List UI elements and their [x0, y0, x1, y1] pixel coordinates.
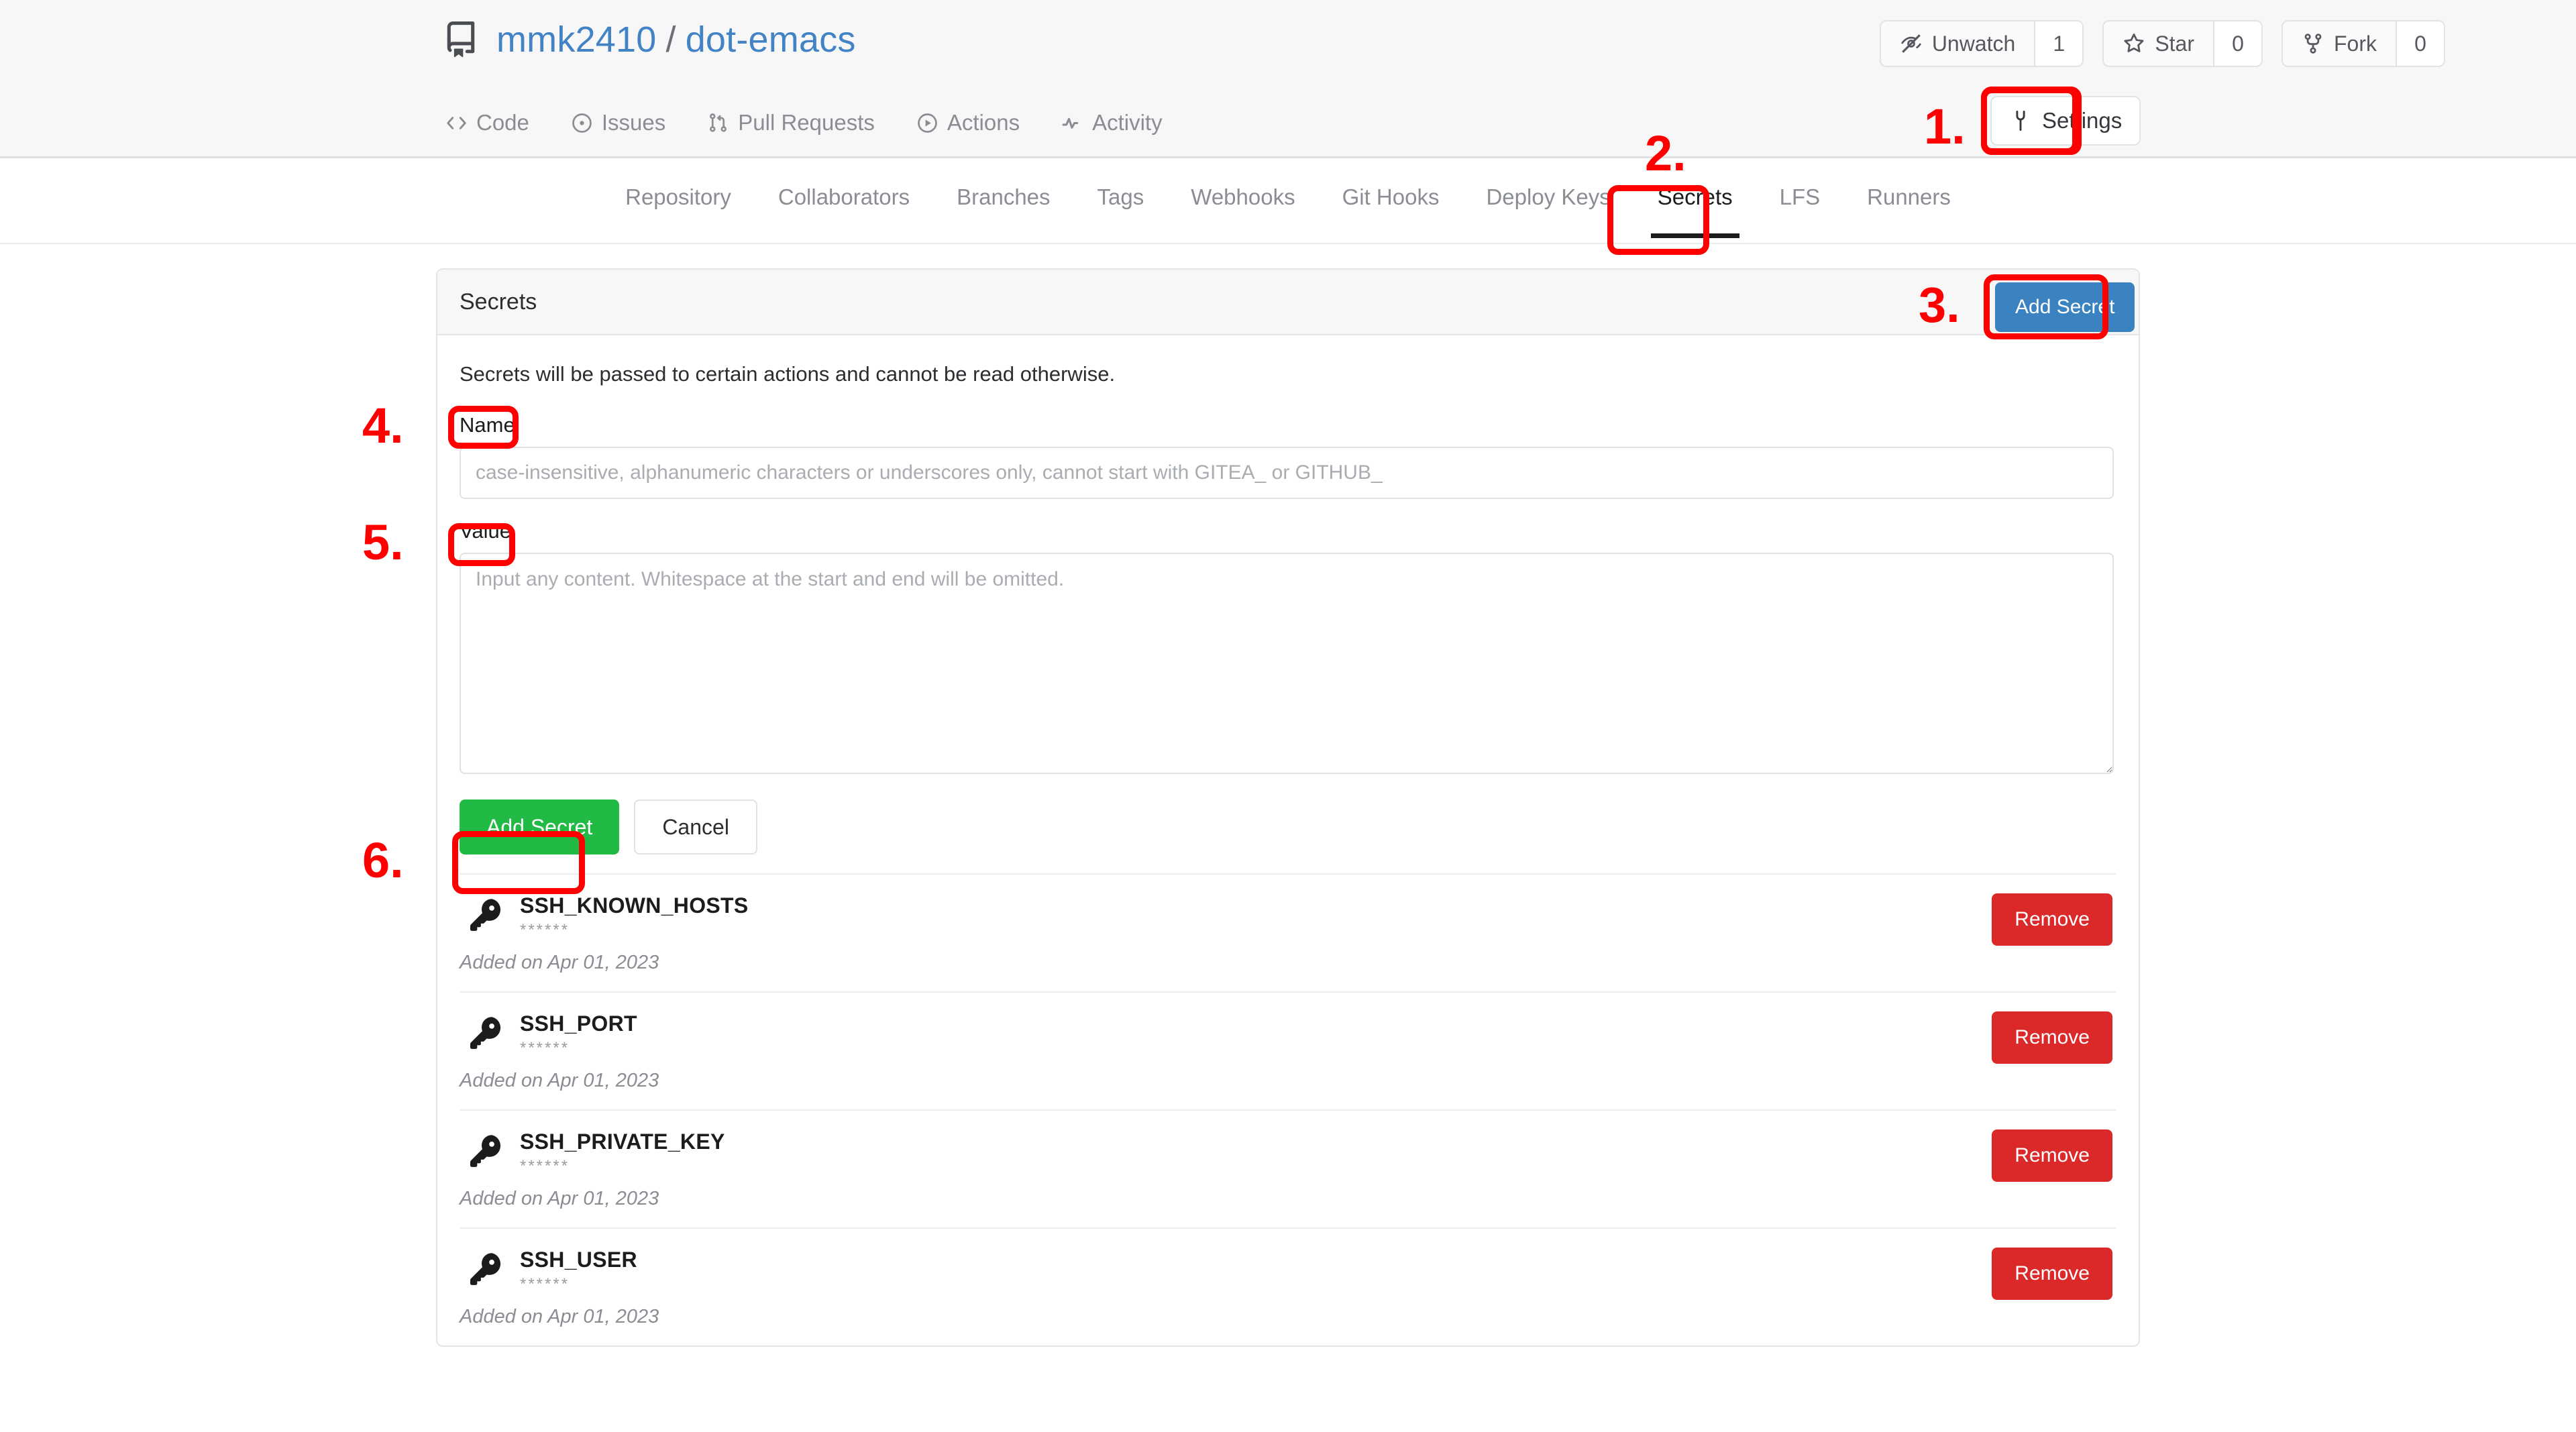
actions-icon	[916, 112, 938, 134]
fork-button-group[interactable]: Fork 0	[2282, 20, 2445, 67]
secret-form-buttons: Add Secret Cancel	[460, 800, 2116, 855]
unwatch-icon	[1900, 32, 1923, 55]
fork-count[interactable]: 0	[2396, 21, 2444, 66]
name-label: Name	[460, 413, 515, 437]
breadcrumb-separator: /	[665, 19, 676, 60]
settings-nav-item-git-hooks[interactable]: Git Hooks	[1342, 184, 1440, 217]
cancel-button[interactable]: Cancel	[634, 800, 757, 855]
settings-nav-item-deploy-keys[interactable]: Deploy Keys	[1486, 184, 1610, 217]
repo-icon	[443, 20, 479, 59]
repo-header: mmk2410 / dot-emacs Unwatch 1 Star 0 For…	[0, 0, 2576, 158]
activity-icon	[1061, 112, 1083, 134]
code-icon	[445, 112, 468, 134]
repo-nav-item-issues[interactable]: Issues	[568, 106, 668, 140]
annotation-number-6: 6.	[362, 832, 404, 888]
secret-added-date: Added on Apr 01, 2023	[460, 1070, 659, 1091]
star-count[interactable]: 0	[2213, 21, 2261, 66]
secrets-panel-header: Secrets	[437, 270, 2139, 335]
secrets-panel-body: Secrets will be passed to certain action…	[437, 335, 2139, 1345]
wrench-icon	[2009, 109, 2032, 132]
secret-masked-value: ******	[520, 921, 570, 939]
secret-masked-value: ******	[520, 1157, 570, 1175]
annotation-number-4: 4.	[362, 398, 404, 453]
repo-nav-label-actions: Actions	[947, 110, 1020, 135]
repo-nav-label-code: Code	[476, 110, 529, 135]
secret-name: SSH_KNOWN_HOSTS	[520, 893, 749, 918]
secret-list-item: SSH_PORT ****** Added on Apr 01, 2023 Re…	[460, 993, 2116, 1111]
settings-nav-item-runners[interactable]: Runners	[1867, 184, 1951, 217]
value-label: Value	[460, 519, 511, 543]
star-button-group[interactable]: Star 0	[2102, 20, 2263, 67]
star-icon	[2123, 32, 2145, 55]
issues-icon	[571, 112, 593, 134]
settings-nav-item-collaborators[interactable]: Collaborators	[778, 184, 910, 217]
repo-nav-item-actions[interactable]: Actions	[914, 106, 1022, 140]
pull-requests-icon	[707, 112, 729, 134]
settings-nav-item-secrets[interactable]: Secrets	[1650, 184, 1739, 238]
repo-nav-label-activity: Activity	[1092, 110, 1163, 135]
repo-owner-link[interactable]: mmk2410	[496, 19, 657, 60]
secret-list-item: SSH_USER ****** Added on Apr 01, 2023 Re…	[460, 1229, 2116, 1345]
remove-secret-button[interactable]: Remove	[1992, 1248, 2112, 1300]
repo-nav-item-code[interactable]: Code	[443, 106, 532, 140]
secret-name: SSH_PORT	[520, 1011, 637, 1036]
secrets-list: SSH_KNOWN_HOSTS ****** Added on Apr 01, …	[460, 873, 2116, 1345]
secrets-panel: Secrets Secrets will be passed to certai…	[436, 268, 2140, 1347]
secret-name: SSH_USER	[520, 1248, 637, 1272]
secret-masked-value: ******	[520, 1275, 570, 1293]
settings-button[interactable]: Settings	[1990, 96, 2141, 146]
star-button[interactable]: Star	[2104, 21, 2213, 66]
repo-actions: Unwatch 1 Star 0 Fork 0	[1879, 20, 2445, 67]
unwatch-button[interactable]: Unwatch	[1881, 21, 2035, 66]
repo-breadcrumb: mmk2410 / dot-emacs	[496, 19, 856, 60]
repo-name-link[interactable]: dot-emacs	[686, 19, 856, 60]
key-icon	[468, 1248, 505, 1288]
repo-nav-label-pull-requests: Pull Requests	[738, 110, 875, 135]
key-icon	[468, 893, 505, 934]
annotation-number-1: 1.	[1924, 99, 1966, 154]
remove-secret-button[interactable]: Remove	[1992, 893, 2112, 946]
secret-added-date: Added on Apr 01, 2023	[460, 1306, 659, 1327]
unwatch-count[interactable]: 1	[2034, 21, 2083, 66]
secret-name: SSH_PRIVATE_KEY	[520, 1130, 725, 1154]
fork-label: Fork	[2334, 31, 2377, 56]
settings-nav: Repository Collaborators Branches Tags W…	[0, 158, 2576, 244]
secret-added-date: Added on Apr 01, 2023	[460, 952, 659, 973]
key-icon	[468, 1011, 505, 1052]
settings-nav-item-branches[interactable]: Branches	[957, 184, 1050, 217]
unwatch-label: Unwatch	[1931, 31, 2016, 56]
secret-name-input[interactable]	[460, 447, 2114, 499]
secret-list-item: SSH_PRIVATE_KEY ****** Added on Apr 01, …	[460, 1111, 2116, 1229]
repo-nav: Code Issues Pull Requests Actions Activi…	[443, 106, 1165, 140]
settings-nav-item-tags[interactable]: Tags	[1097, 184, 1144, 217]
fork-button[interactable]: Fork	[2283, 21, 2396, 66]
secret-value-textarea[interactable]	[460, 553, 2114, 774]
key-icon	[468, 1130, 505, 1170]
unwatch-button-group[interactable]: Unwatch 1	[1879, 20, 2084, 67]
secrets-panel-title: Secrets	[460, 288, 537, 315]
secret-masked-value: ******	[520, 1039, 570, 1057]
remove-secret-button[interactable]: Remove	[1992, 1011, 2112, 1064]
secret-added-date: Added on Apr 01, 2023	[460, 1188, 659, 1209]
secret-list-item: SSH_KNOWN_HOSTS ****** Added on Apr 01, …	[460, 875, 2116, 993]
fork-icon	[2302, 32, 2324, 55]
repo-nav-item-activity[interactable]: Activity	[1059, 106, 1165, 140]
annotation-number-2: 2.	[1645, 125, 1686, 181]
secrets-description: Secrets will be passed to certain action…	[460, 362, 1116, 386]
annotation-number-5: 5.	[362, 514, 404, 570]
annotation-number-3: 3.	[1919, 277, 1960, 333]
repo-nav-item-pull-requests[interactable]: Pull Requests	[704, 106, 877, 140]
settings-button-label: Settings	[2042, 108, 2123, 133]
settings-nav-item-repository[interactable]: Repository	[625, 184, 731, 217]
settings-nav-item-lfs[interactable]: LFS	[1780, 184, 1821, 217]
add-secret-submit-button[interactable]: Add Secret	[460, 800, 620, 855]
repo-title-row: mmk2410 / dot-emacs	[443, 19, 856, 60]
star-label: Star	[2155, 31, 2194, 56]
settings-nav-item-webhooks[interactable]: Webhooks	[1191, 184, 1295, 217]
remove-secret-button[interactable]: Remove	[1992, 1130, 2112, 1182]
repo-nav-label-issues: Issues	[601, 110, 666, 135]
add-secret-top-button[interactable]: Add Secret	[1995, 282, 2135, 332]
